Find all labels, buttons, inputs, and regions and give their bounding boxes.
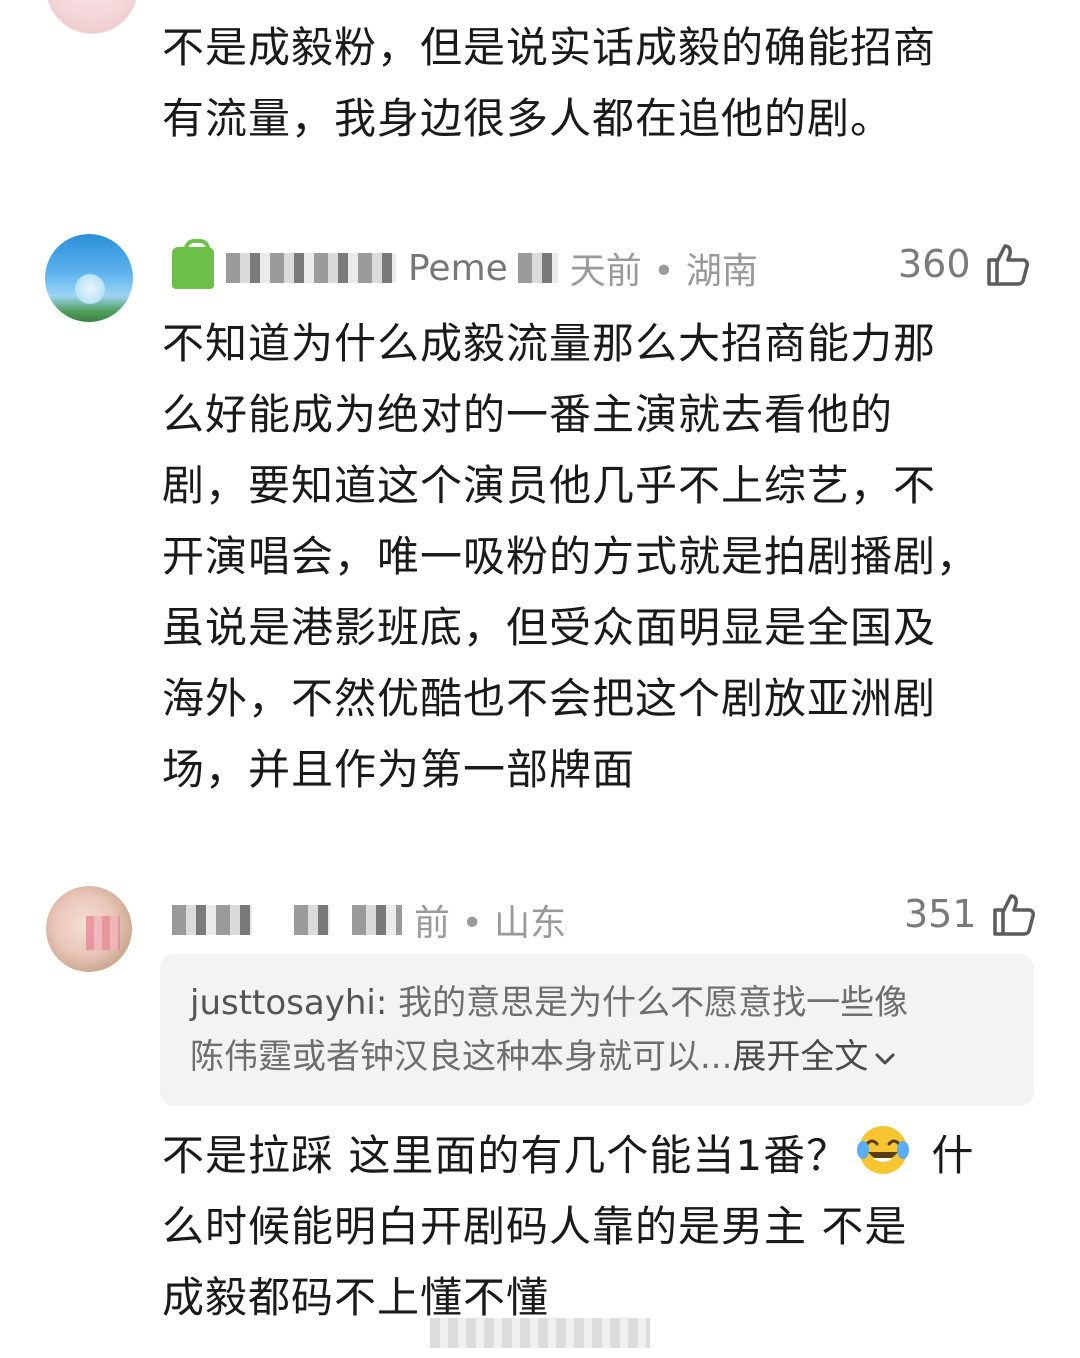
quoted-reply-text: justtosayhi: 我的意思是为什么不愿意找一些像 陈伟霆或者钟汉良这种本…: [190, 976, 1020, 1084]
avatar[interactable]: [45, 234, 133, 322]
comment-meta: Peme 天前 • 湖南: [172, 238, 758, 298]
avatar-image: [86, 916, 120, 950]
username-mosaic: [352, 905, 402, 935]
avatar-image: [75, 274, 105, 304]
expand-full-text-link[interactable]: 展开全文: [732, 1037, 898, 1077]
comment-text: 不是成毅粉，但是说实话成毅的确能招商 有流量，我身边很多人都在追他的剧。: [162, 23, 937, 143]
watermark: [430, 1318, 650, 1348]
avatar[interactable]: [46, 0, 138, 34]
comment-meta: 前 • 山东: [172, 890, 566, 950]
time-location: 前 • 山东: [414, 903, 567, 944]
username-mosaic: [517, 253, 558, 283]
thumbs-up-icon: [992, 894, 1035, 936]
member-badge-icon: [172, 239, 214, 289]
like-count: 351: [904, 892, 977, 936]
quoted-username[interactable]: justtosayhi:: [190, 983, 387, 1023]
comment-text: 不知道为什么成毅流量那么大招商能力那 么好能成为绝对的一番主演就去看他的 剧，要…: [162, 319, 980, 794]
like-button[interactable]: 360: [898, 240, 1031, 288]
like-button[interactable]: 351: [904, 890, 1037, 938]
quoted-reply[interactable]: justtosayhi: 我的意思是为什么不愿意找一些像 陈伟霆或者钟汉良这种本…: [160, 954, 1034, 1106]
username-mosaic[interactable]: [172, 905, 252, 935]
username-mosaic[interactable]: [226, 253, 396, 283]
comment-text: 不是拉踩 这里面的有几个能当1番？ 什 么时候能明白开剧码人靠的是男主 不是 成…: [162, 1120, 1042, 1333]
comment-text-part: 不是拉踩 这里面的有几个能当1番？: [162, 1131, 850, 1180]
thumbs-up-icon: [986, 244, 1029, 286]
chevron-down-icon: [875, 1053, 895, 1064]
time-location: 天前 • 湖南: [569, 251, 758, 292]
laughing-tears-emoji-icon: [857, 1126, 910, 1174]
like-count: 360: [898, 242, 971, 286]
username-mosaic[interactable]: [294, 905, 330, 935]
expand-label: 展开全文: [732, 1037, 869, 1077]
avatar[interactable]: [46, 886, 132, 972]
username[interactable]: Peme: [408, 248, 508, 289]
